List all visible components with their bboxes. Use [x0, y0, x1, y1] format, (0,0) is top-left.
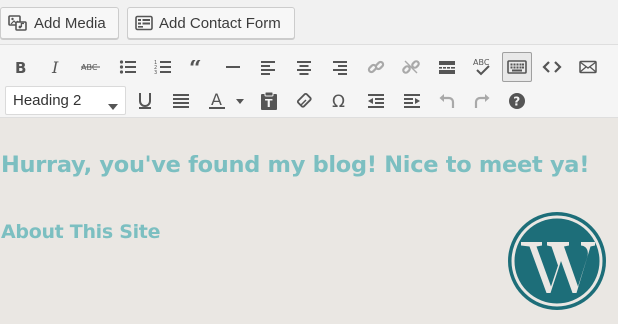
- bullet-list-icon[interactable]: [113, 52, 143, 82]
- remove-link-icon[interactable]: [396, 52, 426, 82]
- outdent-icon[interactable]: [361, 86, 391, 116]
- editor-toolbar: B I ABC 1 2 3 “ ABC Heading 2 A T Ω ?: [0, 44, 618, 118]
- svg-text:“: “: [189, 60, 202, 74]
- email-icon[interactable]: [573, 52, 603, 82]
- toolbar-toggle-icon[interactable]: [502, 52, 532, 82]
- media-buttons-bar: Add Media Add Contact Form: [0, 0, 618, 44]
- strikethrough-icon[interactable]: ABC: [76, 52, 106, 82]
- clear-formatting-icon[interactable]: [290, 86, 320, 116]
- content-heading-1: Hurray, you've found my blog! Nice to me…: [1, 152, 590, 178]
- bold-icon[interactable]: B: [5, 52, 35, 82]
- add-media-icon: [8, 14, 28, 32]
- align-right-icon[interactable]: [325, 52, 355, 82]
- numbered-list-icon[interactable]: 1 2 3: [148, 52, 178, 82]
- wordpress-logo: [507, 211, 607, 311]
- indent-icon[interactable]: [397, 86, 427, 116]
- svg-text:B: B: [15, 59, 26, 75]
- caret-down-icon: [108, 98, 118, 115]
- add-media-button[interactable]: Add Media: [0, 7, 119, 39]
- horizontal-rule-icon[interactable]: [218, 52, 248, 82]
- justify-icon[interactable]: [166, 86, 196, 116]
- svg-text:A: A: [211, 91, 222, 109]
- undo-icon[interactable]: [432, 86, 462, 116]
- read-more-icon[interactable]: [432, 52, 462, 82]
- blockquote-icon[interactable]: “: [183, 52, 213, 82]
- help-icon[interactable]: ?: [502, 86, 532, 116]
- svg-text:?: ?: [513, 95, 520, 109]
- italic-icon[interactable]: I: [41, 52, 71, 82]
- align-center-icon[interactable]: [289, 52, 319, 82]
- underline-icon[interactable]: [130, 86, 160, 116]
- text-color-icon[interactable]: A: [200, 86, 250, 116]
- add-contact-form-label: Add Contact Form: [159, 14, 281, 32]
- svg-text:T: T: [265, 97, 273, 110]
- format-select[interactable]: Heading 2: [5, 86, 126, 115]
- add-contact-form-button[interactable]: Add Contact Form: [127, 7, 295, 39]
- align-left-icon[interactable]: [253, 52, 283, 82]
- insert-link-icon[interactable]: [361, 52, 391, 82]
- spellcheck-icon[interactable]: ABC: [467, 52, 497, 82]
- code-icon[interactable]: [537, 52, 567, 82]
- add-media-label: Add Media: [34, 14, 106, 32]
- svg-text:3: 3: [154, 70, 157, 75]
- svg-text:ABC: ABC: [473, 58, 490, 67]
- content-heading-2: About This Site: [1, 221, 161, 243]
- contact-form-icon: [135, 15, 153, 31]
- format-select-value: Heading 2: [13, 92, 82, 109]
- svg-text:I: I: [51, 59, 59, 75]
- editor-content-area[interactable]: Hurray, you've found my blog! Nice to me…: [0, 118, 618, 324]
- special-character-icon[interactable]: Ω: [325, 86, 355, 116]
- paste-as-text-icon[interactable]: T: [254, 86, 284, 116]
- redo-icon[interactable]: [467, 86, 497, 116]
- svg-text:Ω: Ω: [332, 92, 345, 110]
